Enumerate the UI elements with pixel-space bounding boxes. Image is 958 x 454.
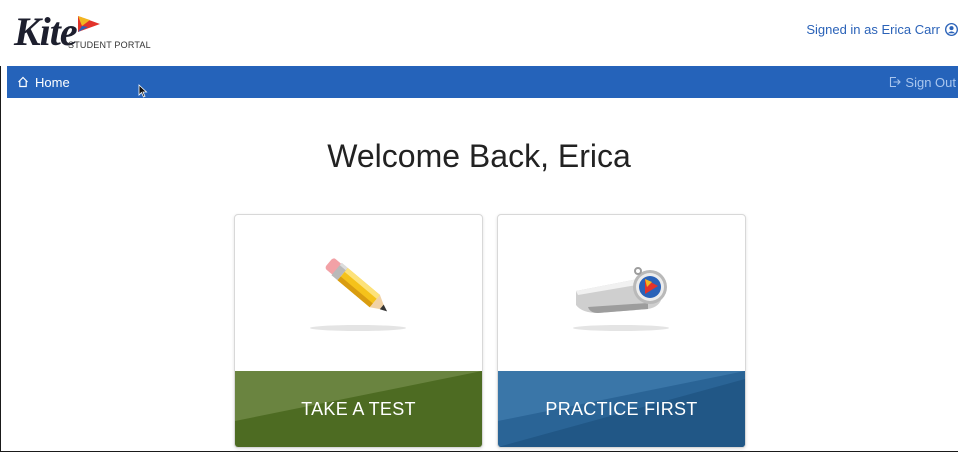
- header: Kite STUDENT PORTAL Signed in as Erica C…: [0, 0, 958, 66]
- take-a-test-button[interactable]: TAKE A TEST: [235, 371, 482, 447]
- practice-first-card[interactable]: PRACTICE FIRST: [497, 214, 746, 448]
- home-icon: [18, 76, 28, 88]
- signed-in-status[interactable]: Signed in as Erica Carr: [806, 22, 958, 37]
- practice-first-label: PRACTICE FIRST: [545, 399, 698, 419]
- sign-out-button[interactable]: Sign Out: [889, 66, 956, 98]
- sign-out-label: Sign Out: [905, 74, 956, 90]
- mouse-cursor-icon: [138, 84, 148, 98]
- take-a-test-label: TAKE A TEST: [301, 399, 416, 419]
- kite-logo[interactable]: Kite STUDENT PORTAL: [14, 12, 154, 58]
- sign-out-icon: [890, 76, 902, 88]
- pencil-icon: [310, 258, 406, 331]
- home-label: Home: [35, 74, 70, 90]
- whistle-icon: [573, 267, 669, 331]
- user-icon: [945, 23, 958, 36]
- home-nav-link[interactable]: Home: [17, 66, 70, 98]
- signed-in-text: Signed in as Erica Carr: [806, 22, 940, 37]
- kite-flag-icon: [78, 16, 100, 32]
- take-a-test-card[interactable]: TAKE A TEST: [234, 214, 483, 448]
- logo-subtitle: STUDENT PORTAL: [68, 40, 151, 50]
- practice-first-button[interactable]: PRACTICE FIRST: [498, 371, 745, 447]
- welcome-heading: Welcome Back, Erica: [327, 138, 631, 174]
- nav-bar: Home Sign Out: [7, 66, 958, 98]
